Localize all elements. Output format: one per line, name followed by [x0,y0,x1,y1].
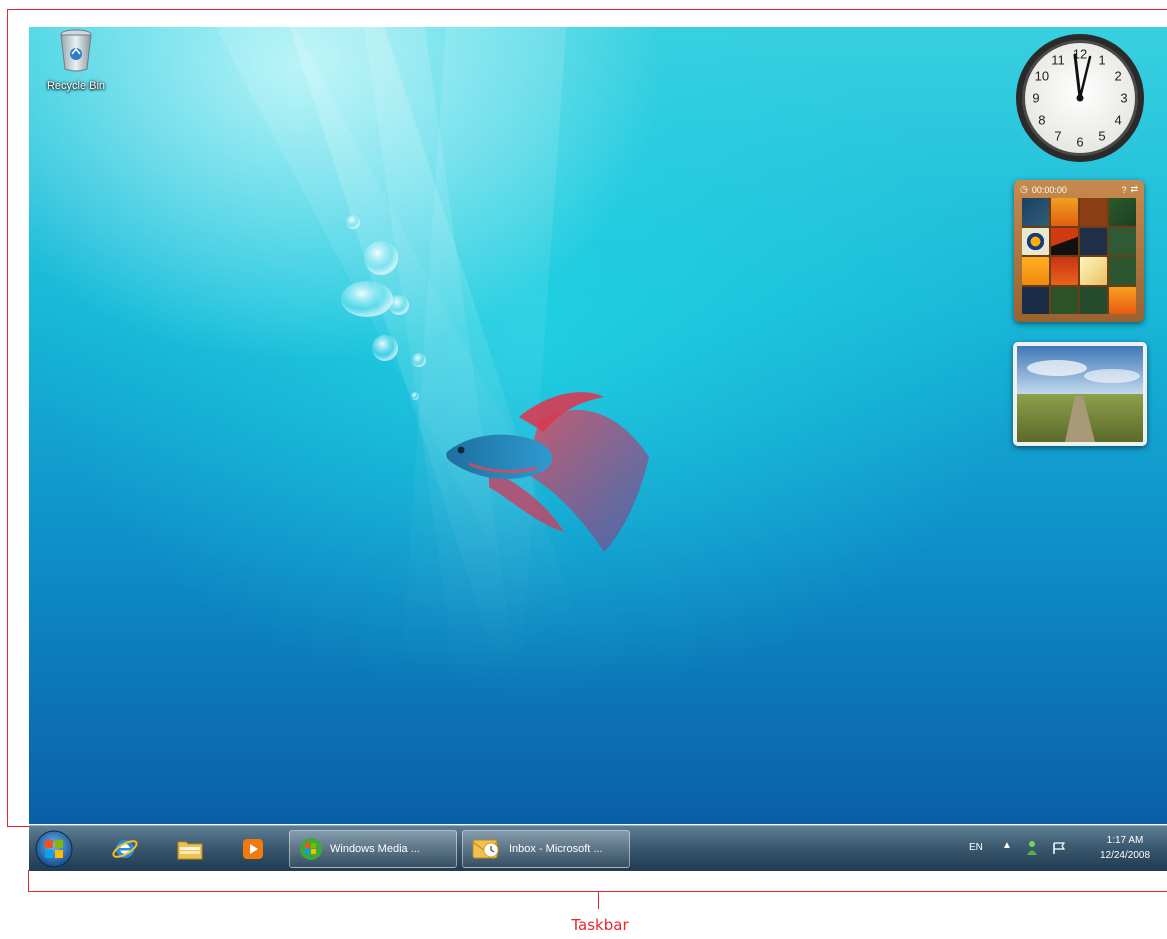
windows-logo-icon [45,840,53,848]
language-indicator[interactable]: EN [969,842,983,853]
puzzle-tile[interactable] [1051,198,1078,226]
clock-numeral: 5 [1098,129,1105,144]
task-label: Windows Media ... [330,843,420,855]
puzzle-tile[interactable] [1051,286,1078,314]
annotation-taskbar-bracket-left [28,870,29,892]
landscape-photo-icon [1017,346,1143,442]
start-button[interactable] [32,828,76,870]
taskbar-pin-internet-explorer[interactable] [99,830,151,868]
action-center-flag-icon[interactable] [1051,841,1067,855]
desktop[interactable]: Recycle Bin 12 1 2 3 4 5 6 7 8 9 10 11 ◷ 00:00:00 ?… [29,27,1167,824]
annotation-taskbar-stem [598,891,599,909]
annotation-line-left [7,9,8,827]
clock-numeral: 11 [1051,52,1065,67]
show-hidden-icons-icon[interactable]: ▲ [1002,840,1012,851]
puzzle-tile[interactable] [1109,286,1136,314]
taskbar-pin-windows-explorer[interactable] [164,830,216,868]
slideshow-gadget[interactable] [1013,342,1147,446]
tray-time: 1:17 AM [1106,835,1144,846]
media-player-icon [243,839,263,859]
clock-numeral: 2 [1114,69,1121,84]
clock-numeral: 8 [1038,113,1045,128]
puzzle-tile[interactable] [1022,198,1049,226]
puzzle-tile[interactable] [1109,198,1136,226]
taskbar-task-outlook-inbox[interactable]: Inbox - Microsoft ... [462,830,630,868]
windows-media-center-icon [300,838,322,860]
picture-puzzle-gadget[interactable]: ◷ 00:00:00 ? ⇄ [1014,180,1144,322]
internet-explorer-icon [112,840,138,858]
puzzle-tile[interactable] [1051,227,1078,255]
tray-clock[interactable]: 1:17 AM 12/24/2008 [1095,833,1155,863]
tray-date: 12/24/2008 [1099,850,1151,861]
windows-explorer-icon [177,841,203,860]
taskbar: Windows Media ... Inbox - Microsoft ... … [29,825,1167,871]
puzzle-tile[interactable] [1080,198,1107,226]
taskbar-task-windows-media-center[interactable]: Windows Media ... [289,830,457,868]
taskbar-caption: Taskbar [571,916,629,934]
puzzle-tile[interactable] [1109,227,1136,255]
puzzle-tile[interactable] [1022,286,1049,314]
clock-numeral: 3 [1120,91,1127,106]
puzzle-grid[interactable] [1022,198,1136,314]
outlook-icon [472,839,499,859]
puzzle-tile[interactable] [1022,257,1049,285]
clock-numeral: 1 [1098,52,1105,67]
network-user-icon[interactable] [1025,840,1039,856]
clock-numeral: 7 [1054,129,1061,144]
puzzle-tile[interactable] [1080,257,1107,285]
timer-icon: ◷ [1020,184,1028,194]
taskbar-pin-media-player[interactable] [227,830,279,868]
clock-numeral: 9 [1032,91,1039,106]
desktop-icon-recycle-bin[interactable]: Recycle Bin [33,27,119,107]
puzzle-header: ◷ 00:00:00 ? ⇄ [1020,183,1138,196]
puzzle-tile[interactable] [1109,257,1136,285]
task-label: Inbox - Microsoft ... [509,843,603,855]
notification-area: EN ▲ 1:17 AM 12/24/2008 [947,826,1167,871]
puzzle-tile[interactable] [1080,227,1107,255]
annotation-line-left-foot [7,826,29,827]
annotation-line-top [7,9,1167,10]
puzzle-timer: 00:00:00 [1031,184,1067,195]
shuffle-icon[interactable]: ⇄ [1130,184,1138,195]
clock-numeral: 10 [1035,69,1049,84]
recycle-bin-label: Recycle Bin [46,80,106,92]
puzzle-tile[interactable] [1051,257,1078,285]
recycle-bin-icon [60,29,92,72]
help-icon[interactable]: ? [1121,185,1126,195]
clock-gadget[interactable]: 12 1234567891011 [1013,31,1147,165]
wallpaper-fish-art [341,215,649,552]
puzzle-tile[interactable] [1022,227,1049,255]
clock-numeral: 4 [1114,113,1121,128]
puzzle-tile[interactable] [1080,286,1107,314]
clock-numeral: 6 [1076,135,1083,150]
